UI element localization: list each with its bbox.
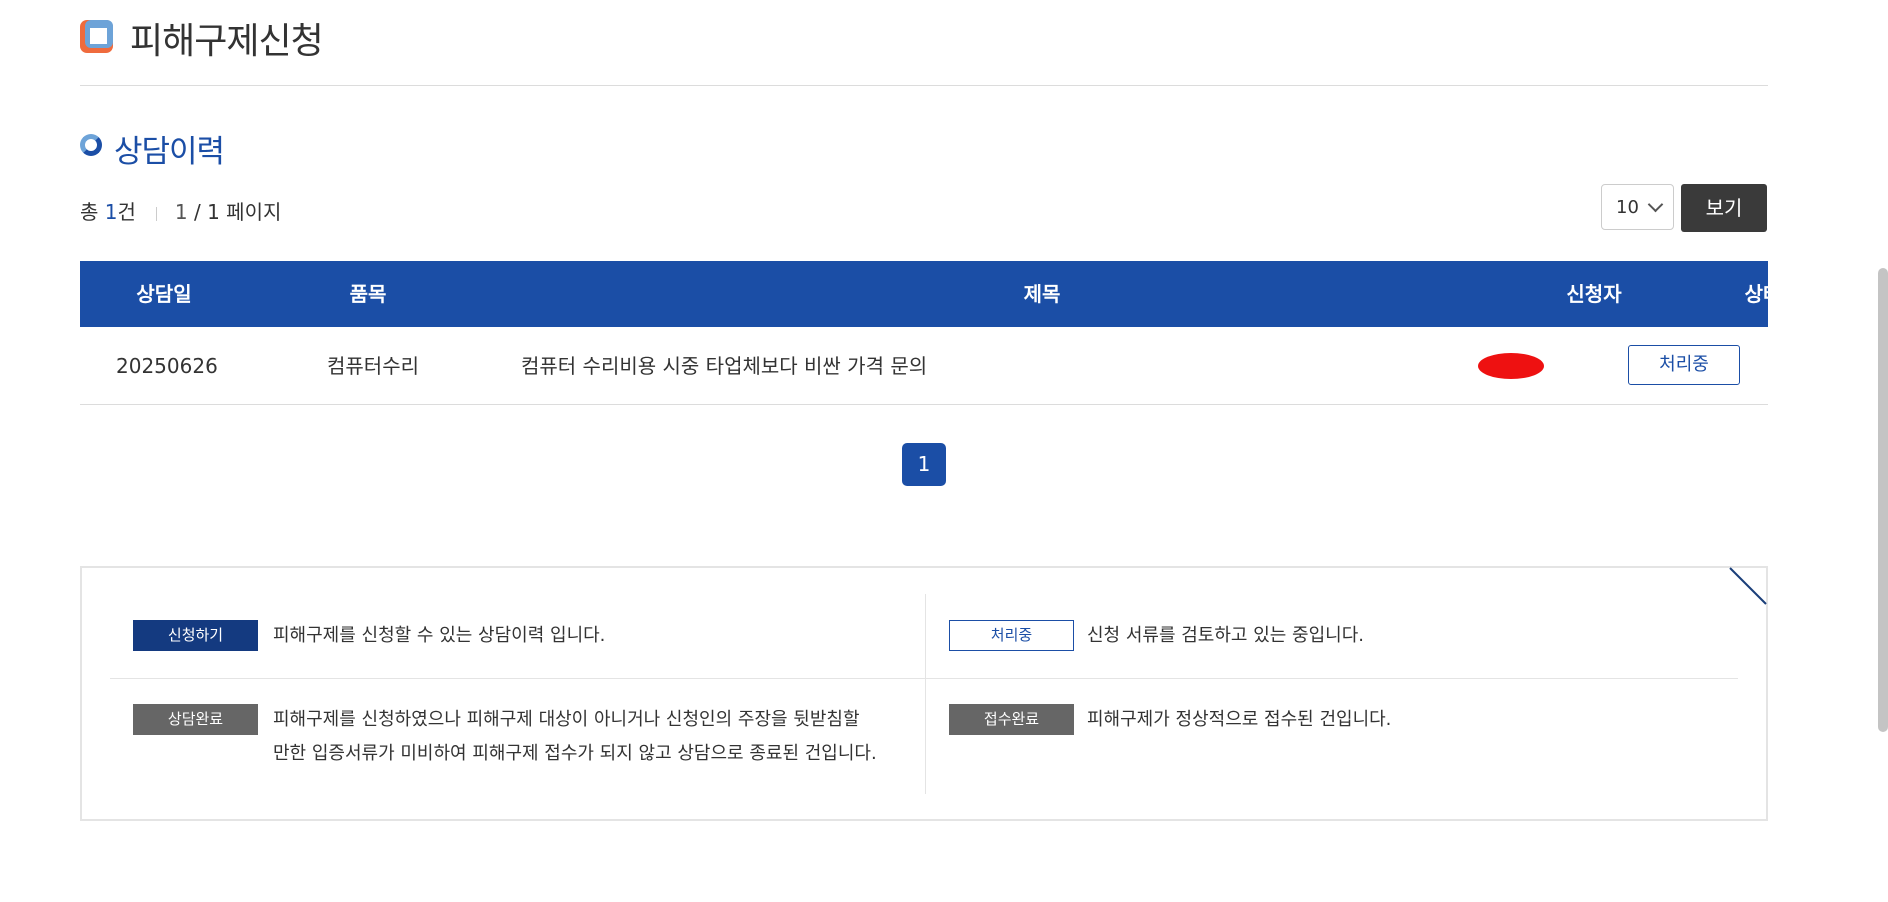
legend-horizontal-divider bbox=[110, 678, 1738, 679]
column-header-item: 품목 bbox=[349, 282, 387, 306]
column-header-status: 상태 bbox=[1744, 282, 1782, 306]
applicant-redaction-mark bbox=[1478, 353, 1544, 379]
legend-text-consult-complete-line2: 만한 입증서류가 미비하여 피해구제 접수가 되지 않고 상담으로 종료된 건입… bbox=[273, 743, 877, 764]
legend-text-consult-complete-line1: 피해구제를 신청하였으나 피해구제 대상이 아니거나 신청인의 주장을 뒷받침할 bbox=[273, 709, 860, 730]
cell-item: 컴퓨터수리 bbox=[327, 354, 419, 378]
page-scrollbar[interactable] bbox=[1878, 268, 1888, 732]
legend-tag-apply: 신청하기 bbox=[133, 620, 258, 651]
chevron-down-icon bbox=[1647, 196, 1664, 213]
legend-tag-receipt-complete: 접수완료 bbox=[949, 704, 1074, 735]
legend-text-processing: 신청 서류를 검토하고 있는 중입니다. bbox=[1087, 625, 1365, 646]
column-header-title: 제목 bbox=[1023, 282, 1061, 306]
legend-text-receipt-complete: 피해구제가 정상적으로 접수된 건입니다. bbox=[1087, 709, 1392, 730]
table-row: 20250626 컴퓨터수리 컴퓨터 수리비용 시중 타업체보다 비싼 가격 문… bbox=[80, 327, 1768, 405]
page-total: / 1 페이지 bbox=[187, 200, 282, 224]
section-title: 상담이력 bbox=[114, 134, 225, 170]
page-title: 피해구제신청 bbox=[130, 21, 324, 62]
status-legend: 신청하기 피해구제를 신청할 수 있는 상담이력 입니다. 처리중 신청 서류를… bbox=[80, 566, 1768, 821]
status-badge[interactable]: 처리중 bbox=[1628, 345, 1740, 385]
total-suffix: 건 bbox=[117, 200, 136, 224]
legend-text-apply: 피해구제를 신청할 수 있는 상담이력 입니다. bbox=[273, 625, 606, 646]
legend-tag-consult-complete: 상담완료 bbox=[133, 704, 258, 735]
summary-divider bbox=[155, 206, 157, 221]
total-prefix: 총 bbox=[80, 200, 105, 224]
legend-vertical-divider bbox=[925, 594, 926, 794]
column-header-applicant: 신청자 bbox=[1566, 282, 1622, 306]
column-header-date: 상담일 bbox=[136, 282, 192, 306]
current-page: 1 bbox=[174, 200, 188, 224]
title-logo-icon bbox=[80, 20, 113, 53]
table-header: 상담일 품목 제목 신청자 상태 bbox=[80, 261, 1781, 327]
page-size-select[interactable]: 10 bbox=[1601, 184, 1674, 230]
corner-fold-icon bbox=[1729, 567, 1767, 605]
page-header: 피해구제신청 bbox=[80, 0, 1768, 86]
page-size-value: 10 bbox=[1616, 197, 1639, 218]
ring-bullet-icon bbox=[80, 134, 102, 156]
cell-date: 20250626 bbox=[116, 354, 218, 378]
list-summary: 총 1건 1 / 1 페이지 bbox=[80, 196, 281, 225]
total-count: 1 bbox=[104, 200, 118, 224]
cell-title[interactable]: 컴퓨터 수리비용 시중 타업체보다 비싼 가격 문의 bbox=[521, 327, 927, 405]
pagination-page-1[interactable]: 1 bbox=[902, 443, 946, 486]
view-button[interactable]: 보기 bbox=[1681, 184, 1767, 232]
consultation-history-table: 상담일 품목 제목 신청자 상태 20250626 컴퓨터수리 컴퓨터 수리비용… bbox=[80, 261, 1781, 405]
legend-tag-processing: 처리중 bbox=[949, 620, 1074, 651]
